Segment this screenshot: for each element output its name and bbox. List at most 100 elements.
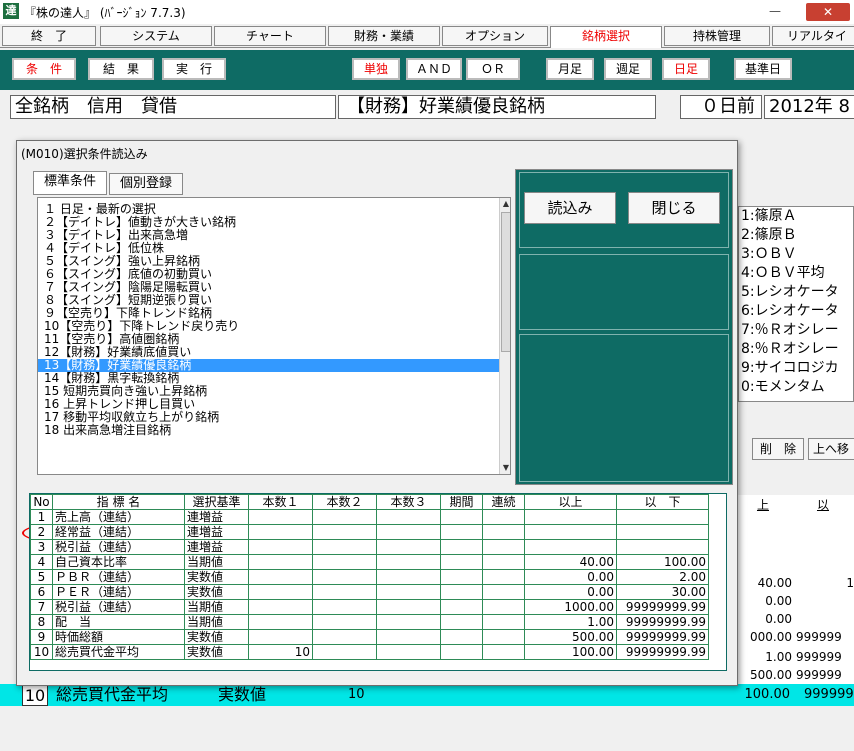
table-cell[interactable] — [524, 539, 617, 555]
table-cell[interactable] — [440, 509, 483, 525]
table-cell[interactable] — [248, 599, 313, 615]
table-cell[interactable]: ＰＢＲ（連結） — [52, 569, 185, 585]
table-cell[interactable] — [312, 584, 377, 600]
table-cell[interactable]: 0.00 — [524, 584, 617, 600]
table-cell[interactable]: 連増益 — [184, 539, 249, 555]
table-cell[interactable] — [482, 554, 525, 570]
table-cell[interactable]: 1 — [30, 509, 53, 525]
table-row[interactable]: 8配 当当期値 1.00 99999999.99 — [30, 614, 709, 630]
or-button[interactable]: ＯＲ — [466, 58, 520, 80]
result-button[interactable]: 結 果 — [88, 58, 154, 80]
table-cell[interactable] — [248, 614, 313, 630]
minimize-icon[interactable]: — — [755, 4, 795, 20]
table-cell[interactable] — [248, 524, 313, 540]
table-cell[interactable] — [440, 599, 483, 615]
table-cell[interactable] — [524, 509, 617, 525]
table-cell[interactable] — [312, 569, 377, 585]
table-cell[interactable] — [440, 569, 483, 585]
table-cell[interactable] — [482, 569, 525, 585]
table-cell[interactable]: 連増益 — [184, 509, 249, 525]
table-cell[interactable]: 配 当 — [52, 614, 185, 630]
table-cell[interactable]: 10 — [30, 644, 53, 660]
table-row[interactable]: 2 経常益（連結） 連増益 — [30, 524, 709, 540]
table-cell[interactable]: 当期値 — [184, 554, 249, 570]
table-cell[interactable] — [440, 614, 483, 630]
table-cell[interactable]: 4 — [30, 554, 53, 570]
close-window-button[interactable]: ✕ — [806, 3, 850, 21]
table-cell[interactable] — [376, 599, 441, 615]
table-cell[interactable] — [312, 614, 377, 630]
table-cell[interactable]: 時価総額 — [52, 629, 185, 645]
table-cell[interactable]: 2 — [30, 524, 53, 540]
tab-stock-selection[interactable]: 銘柄選択 — [550, 26, 662, 48]
table-cell[interactable] — [376, 584, 441, 600]
table-cell[interactable] — [482, 644, 525, 660]
table-cell[interactable]: 10 — [248, 644, 313, 660]
table-cell[interactable] — [312, 599, 377, 615]
table-cell[interactable] — [440, 644, 483, 660]
table-cell[interactable] — [482, 599, 525, 615]
table-cell[interactable] — [312, 524, 377, 540]
table-cell[interactable] — [482, 614, 525, 630]
table-cell[interactable] — [376, 554, 441, 570]
table-cell[interactable]: 2.00 — [616, 569, 709, 585]
table-cell[interactable] — [376, 569, 441, 585]
table-cell[interactable] — [248, 584, 313, 600]
table-cell[interactable]: 99999999.99 — [616, 599, 709, 615]
list-item[interactable]: 7:％Ｒオシレー — [739, 321, 853, 340]
close-dialog-button[interactable]: 閉じる — [628, 192, 720, 224]
table-cell[interactable]: 実数値 — [184, 584, 249, 600]
table-cell[interactable]: 30.00 — [616, 584, 709, 600]
table-cell[interactable] — [312, 644, 377, 660]
tab-system[interactable]: システム — [100, 26, 212, 46]
table-cell[interactable]: 6 — [30, 584, 53, 600]
table-cell[interactable] — [616, 509, 709, 525]
table-cell[interactable] — [376, 509, 441, 525]
table-cell[interactable]: 当期値 — [184, 614, 249, 630]
table-cell[interactable] — [312, 509, 377, 525]
tab-realtime[interactable]: リアルタイ — [772, 26, 854, 46]
table-cell[interactable]: 売上高（連結） — [52, 509, 185, 525]
single-button[interactable]: 単独 — [352, 58, 400, 80]
table-cell[interactable] — [248, 554, 313, 570]
list-item[interactable]: 0:モメンタム — [739, 378, 853, 397]
tab-standard-conditions[interactable]: 標準条件 — [33, 171, 107, 195]
table-cell[interactable] — [376, 539, 441, 555]
table-cell[interactable]: 実数値 — [184, 629, 249, 645]
tab-holdings[interactable]: 持株管理 — [664, 26, 770, 46]
table-cell[interactable] — [524, 524, 617, 540]
table-cell[interactable]: 当期値 — [184, 599, 249, 615]
list-item[interactable]: 5:レシオケータ — [739, 283, 853, 302]
list-item[interactable]: 4:ＯＢＶ平均 — [739, 264, 853, 283]
table-row[interactable]: 9 時価総額 実数値 500.00 99999999.99 — [30, 629, 709, 645]
table-cell[interactable] — [376, 614, 441, 630]
scroll-up-icon[interactable]: ▲ — [500, 198, 510, 210]
tab-chart[interactable]: チャート — [214, 26, 326, 46]
table-cell[interactable]: 40.00 — [524, 554, 617, 570]
listbox-scrollbar[interactable]: ▲ ▼ — [499, 198, 510, 474]
table-cell[interactable]: 99999999.99 — [616, 614, 709, 630]
table-row[interactable]: 10 総売買代金平均 実数値 10 100.00 99999999.99 — [30, 644, 709, 660]
table-row[interactable]: 3 税引益（連結） 連増益 — [30, 539, 709, 555]
execute-button[interactable]: 実 行 — [162, 58, 226, 80]
table-cell[interactable]: 3 — [30, 539, 53, 555]
and-button[interactable]: ＡＮＤ — [406, 58, 462, 80]
selected-grid-row[interactable]: 10 総売買代金平均 実数値 10 100.00 999999 — [0, 684, 854, 706]
table-cell[interactable]: 99999999.99 — [616, 644, 709, 660]
tab-options[interactable]: オプション — [442, 26, 548, 46]
list-item[interactable]: 2:篠原Ｂ — [739, 226, 853, 245]
table-cell[interactable] — [376, 524, 441, 540]
table-row[interactable]: 5 ＰＢＲ（連結） 実数値 0.00 2.00 — [30, 569, 709, 585]
weekly-button[interactable]: 週足 — [604, 58, 652, 80]
condition-detail-grid[interactable]: No 指 標 名選択基準 本数１ 本数２ 本数３ 期間 連続 以上以 下 1 売上高（連結） 連増… — [29, 493, 727, 671]
condition-button[interactable]: 条 件 — [12, 58, 76, 80]
table-cell[interactable]: 8 — [30, 614, 53, 630]
table-cell[interactable] — [376, 644, 441, 660]
tab-financial[interactable]: 財務・業績 — [328, 26, 440, 46]
grid-scrollbar[interactable]: ▲ ▼ — [726, 494, 727, 670]
table-row[interactable]: 6 ＰＥＲ（連結） 実数値 0.00 30.00 — [30, 584, 709, 600]
table-cell[interactable] — [482, 524, 525, 540]
table-cell[interactable]: 自己資本比率 — [52, 554, 185, 570]
base-date-button[interactable]: 基準日 — [734, 58, 792, 80]
table-cell[interactable]: 500.00 — [524, 629, 617, 645]
